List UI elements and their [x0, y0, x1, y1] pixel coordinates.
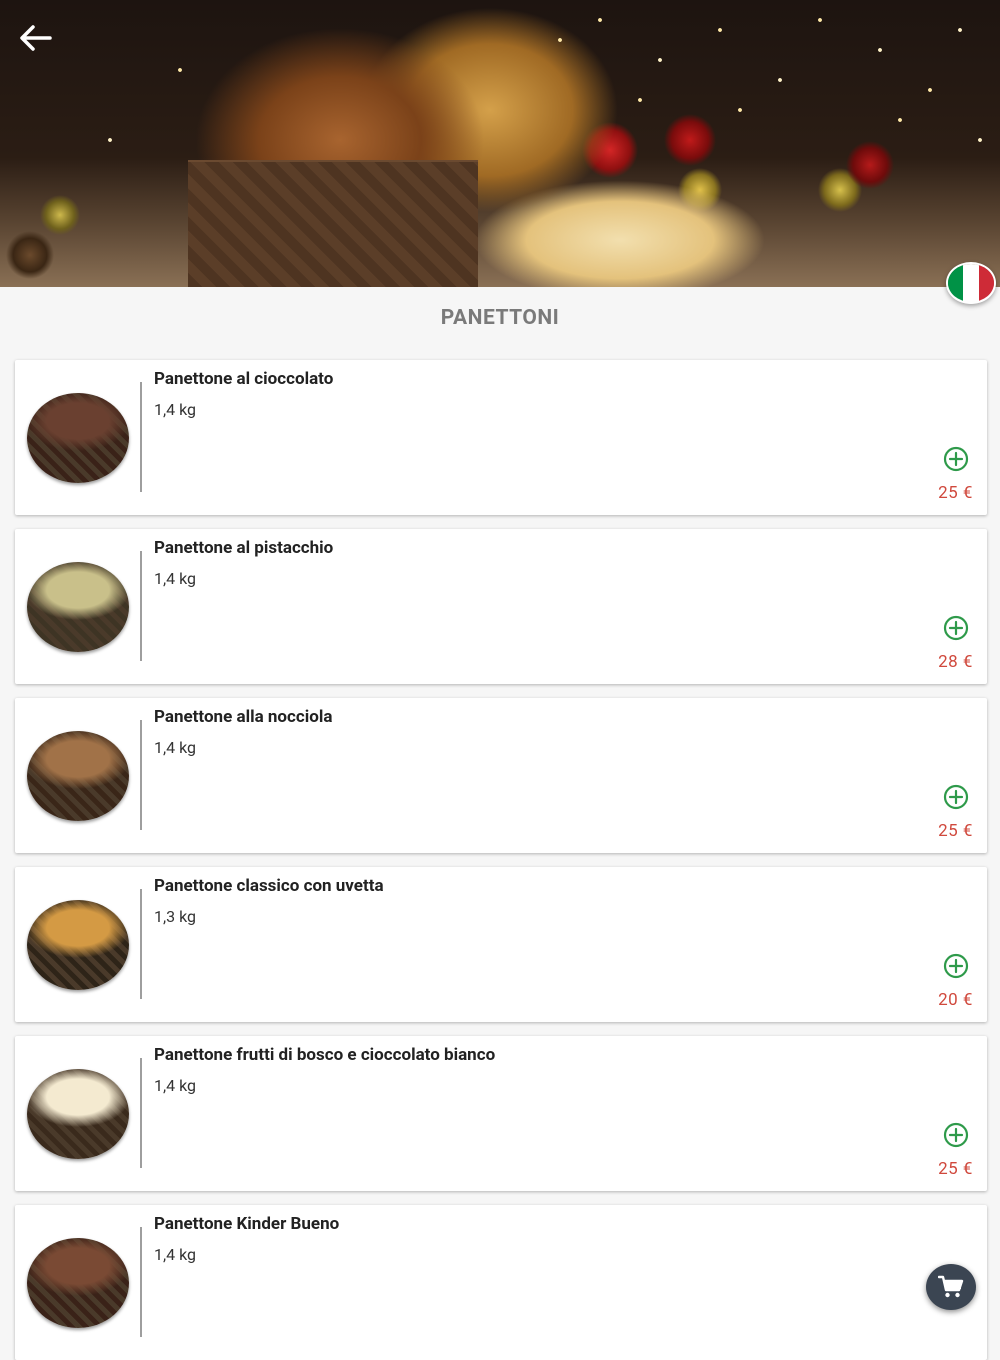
italian-flag-icon — [948, 264, 964, 302]
cart-button[interactable] — [926, 1264, 976, 1310]
add-to-cart-button[interactable] — [942, 952, 970, 980]
product-card[interactable]: Panettone alla nocciola 1,4 kg 25 € — [15, 698, 987, 853]
product-name: Panettone classico con uvetta — [154, 876, 384, 896]
panettone-paper-wrap — [188, 160, 478, 287]
product-weight: 1,4 kg — [154, 400, 197, 419]
add-to-cart-button[interactable] — [942, 445, 970, 473]
card-divider — [140, 720, 142, 830]
product-price: 28 € — [938, 652, 973, 672]
product-price: 25 € — [938, 483, 973, 503]
back-button[interactable] — [12, 18, 58, 58]
add-to-cart-button[interactable] — [942, 614, 970, 642]
product-price: 25 € — [938, 821, 973, 841]
product-weight: 1,4 kg — [154, 738, 197, 757]
product-price: 20 € — [938, 990, 973, 1010]
bokeh-lights — [0, 0, 1000, 287]
product-name: Panettone al pistacchio — [154, 538, 334, 558]
product-weight: 1,4 kg — [154, 1245, 197, 1264]
product-card[interactable]: Panettone frutti di bosco e cioccolato b… — [15, 1036, 987, 1191]
product-thumbnail — [27, 393, 129, 483]
product-card[interactable]: Panettone Kinder Bueno 1,4 kg — [15, 1205, 987, 1360]
add-to-cart-button[interactable] — [942, 783, 970, 811]
product-thumbnail — [27, 562, 129, 652]
card-divider — [140, 551, 142, 661]
product-name: Panettone frutti di bosco e cioccolato b… — [154, 1045, 496, 1065]
plus-circle-icon — [943, 1122, 969, 1148]
section-title: PANETTONI — [440, 306, 560, 330]
hero-banner-image — [0, 0, 1000, 287]
card-divider — [140, 1058, 142, 1168]
product-name: Panettone Kinder Bueno — [154, 1214, 340, 1234]
product-card[interactable]: Panettone al cioccolato 1,4 kg 25 € — [15, 360, 987, 515]
product-weight: 1,4 kg — [154, 1076, 197, 1095]
product-name: Panettone alla nocciola — [154, 707, 333, 727]
product-price: 25 € — [938, 1159, 973, 1179]
arrow-left-icon — [20, 25, 52, 51]
plus-circle-icon — [943, 615, 969, 641]
product-thumbnail — [27, 1069, 129, 1159]
plus-circle-icon — [943, 953, 969, 979]
shopping-cart-icon — [938, 1275, 964, 1298]
product-thumbnail — [27, 1238, 129, 1328]
plus-circle-icon — [943, 446, 969, 472]
product-weight: 1,3 kg — [154, 907, 197, 926]
product-thumbnail — [27, 731, 129, 821]
product-card[interactable]: Panettone classico con uvetta 1,3 kg 20 € — [15, 867, 987, 1022]
card-divider — [140, 382, 142, 492]
card-divider — [140, 1227, 142, 1337]
product-weight: 1,4 kg — [154, 569, 197, 588]
plus-circle-icon — [943, 784, 969, 810]
product-card[interactable]: Panettone al pistacchio 1,4 kg 28 € — [15, 529, 987, 684]
language-flag-button[interactable] — [946, 262, 996, 304]
product-thumbnail — [27, 900, 129, 990]
add-to-cart-button[interactable] — [942, 1121, 970, 1149]
card-divider — [140, 889, 142, 999]
product-name: Panettone al cioccolato — [154, 369, 334, 389]
